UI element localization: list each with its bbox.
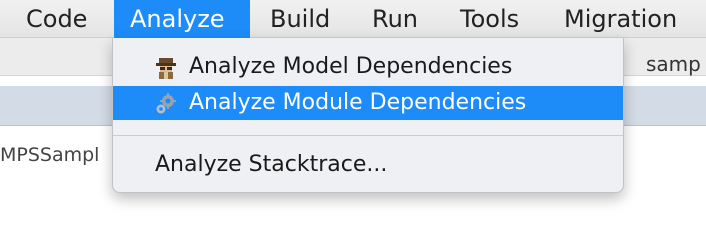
menu-build[interactable]: Build: [254, 0, 346, 38]
menu-item-label: Analyze Module Dependencies: [189, 90, 527, 115]
menu-item-analyze-module-dependencies[interactable]: Analyze Module Dependencies: [113, 86, 623, 120]
menu-item-analyze-model-dependencies[interactable]: Analyze Model Dependencies: [113, 50, 623, 84]
analyze-menu-dropdown: Analyze Model Dependencies Analyze Modul…: [112, 38, 624, 193]
gears-icon: [156, 93, 176, 114]
spy-icon: [156, 58, 176, 79]
menu-separator: [113, 135, 623, 136]
menu-analyze[interactable]: Analyze: [114, 0, 250, 38]
menu-item-analyze-stacktrace[interactable]: Analyze Stacktrace...: [113, 148, 623, 182]
project-tree-item[interactable]: MPSSampl: [0, 144, 99, 166]
menu-migration[interactable]: Migration: [548, 0, 693, 38]
menu-item-label: Analyze Model Dependencies: [189, 54, 513, 79]
menu-code[interactable]: Code: [10, 0, 103, 38]
menu-bar: Code Analyze Build Run Tools Migration: [0, 0, 706, 38]
menu-tools[interactable]: Tools: [444, 0, 535, 38]
menu-run[interactable]: Run: [356, 0, 434, 38]
menu-item-label: Analyze Stacktrace...: [155, 152, 388, 177]
editor-tab[interactable]: samp: [646, 52, 701, 76]
